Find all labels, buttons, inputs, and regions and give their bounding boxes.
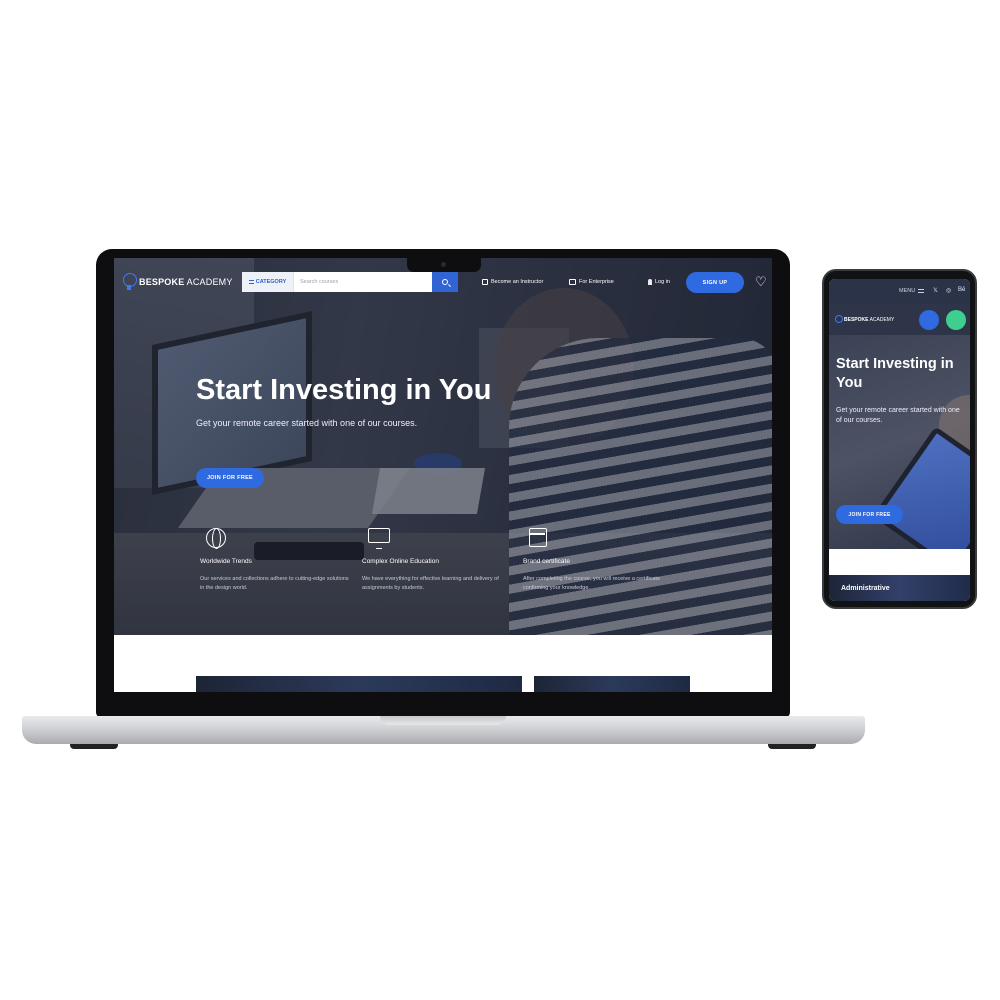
feature-description: After completing the course, you will re… [523,576,660,591]
signup-button[interactable]: SIGN UP [686,272,744,293]
lightbulb-icon [122,273,137,291]
brand-logo[interactable]: BESPOKE ACADEMY [122,272,233,292]
course-card[interactable]: Administrative [829,575,970,601]
flag-icon [482,279,488,285]
search-bar: CATEGORY [242,272,458,292]
become-instructor-link[interactable]: Become an Instructor [482,276,543,288]
hero-subtitle: Get your remote career started with one … [196,418,418,428]
hero-section: BESPOKE ACADEMY CATEGORY Become an Instr… [114,258,772,635]
search-icon [442,279,448,285]
mobile-menu-button[interactable]: MENU [899,288,925,294]
course-card[interactable] [534,676,690,692]
user-avatar-button[interactable] [919,310,939,330]
camera-notch [407,258,481,272]
mobile-topbar: MENU 𝕏 ◎ Bē [829,279,970,303]
cart-button[interactable] [946,310,966,330]
feature-worldwide-trends: Worldwide Trends Our services and collec… [200,528,350,593]
join-for-free-button[interactable]: JOIN FOR FREE [196,468,264,488]
login-link[interactable]: Log in [648,276,670,288]
monitor-icon [368,528,390,549]
mobile-hero: Start Investing in You Get your remote c… [829,335,970,549]
calendar-icon [529,528,547,547]
brand-logo[interactable]: BESPOKE ACADEMY [835,315,894,324]
feature-title: Complex Online Education [362,558,439,565]
feature-online-education: Complex Online Education We have everyth… [362,528,512,593]
feature-brand-certificate: Brand certificate After completing the c… [523,528,673,593]
category-dropdown[interactable]: CATEGORY [242,272,294,292]
behance-icon[interactable]: Bē [958,287,965,293]
laptop-screen: BESPOKE ACADEMY CATEGORY Become an Instr… [114,258,772,692]
laptop-groove [380,716,506,725]
user-icon [648,279,652,285]
feature-title: Brand certificate [523,558,570,565]
feature-description: We have everything for effective learnin… [362,576,499,591]
course-card[interactable] [196,676,522,692]
laptop-bezel [96,692,790,718]
hero-subtitle: Get your remote career started with one … [836,407,960,424]
hero-title: Start Investing in You [836,356,954,391]
feature-title: Worldwide Trends [200,558,252,565]
camera-icon [441,262,446,267]
phone-screen: MENU 𝕏 ◎ Bē BESPOKE ACADEMY Start Invest… [829,279,970,601]
for-enterprise-link[interactable]: For Enterprise [569,276,614,288]
laptop-foot [70,744,118,749]
menu-icon [918,289,925,293]
instagram-icon[interactable]: ◎ [946,287,951,294]
twitter-icon[interactable]: 𝕏 [933,287,938,294]
laptop-foot [768,744,816,749]
hero-title: Start Investing in You [196,374,492,406]
feature-description: Our services and collections adhere to c… [200,576,349,591]
search-input[interactable] [294,272,432,292]
heart-icon[interactable]: ♡ [755,275,767,289]
join-for-free-button[interactable]: JOIN FOR FREE [836,505,903,524]
lightbulb-icon [835,315,843,324]
search-button[interactable] [432,272,458,292]
menu-icon [248,280,254,284]
globe-icon [206,528,226,549]
briefcase-icon [569,279,576,285]
course-card-title: Administrative [841,585,890,592]
mobile-header: BESPOKE ACADEMY [829,303,970,335]
